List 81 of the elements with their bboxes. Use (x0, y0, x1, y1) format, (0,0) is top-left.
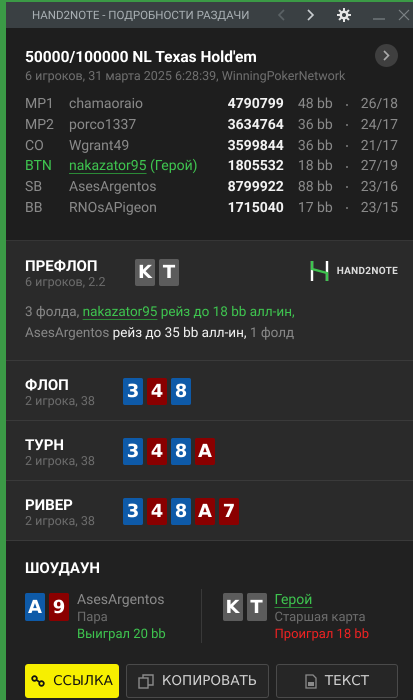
stack-amount: 1805532 (228, 158, 284, 174)
player-name: chamaoraio (69, 96, 144, 112)
logo-text: HAND2NOTE (336, 266, 398, 277)
text-button[interactable]: ТЕКСТ (276, 664, 398, 698)
settings-icon[interactable] (337, 8, 351, 22)
next-hand-button[interactable] (375, 44, 398, 67)
result-text: Проиграл 18 bb (274, 626, 369, 644)
player-name: Wgrant49 (69, 138, 130, 154)
stack-amount: 1715040 (228, 200, 284, 216)
section-title: ШОУДАУН (25, 559, 102, 578)
stack-amount: 8799922 (228, 179, 284, 196)
street-info: 2 игрока, 38 (25, 394, 96, 410)
street-title: ПРЕФЛОП (25, 257, 98, 276)
seat-position: BTN (25, 156, 69, 177)
playing-card: 4 (147, 438, 167, 466)
playing-card: 3 (123, 438, 143, 466)
stack-amount: 4790799 (228, 96, 284, 112)
copy-icon (138, 674, 154, 689)
seat-position: BB (25, 198, 44, 218)
playing-card: 8 (171, 438, 191, 466)
stack-bb: 18 bb (298, 158, 333, 174)
street-info: 6 игроков, 2.2 (25, 275, 107, 290)
seat-position: MP1 (25, 95, 55, 114)
stack-bb: 88 bb (298, 179, 333, 196)
player-link[interactable]: Герой (274, 592, 312, 608)
playing-card: 3 (123, 378, 143, 406)
player-stats: 21/17 (360, 138, 398, 154)
result-text: Выиграл 20 bb (77, 626, 166, 644)
seat-position: CO (25, 135, 69, 156)
link-icon (31, 675, 46, 688)
player-stats: 26/18 (360, 96, 398, 112)
playing-card: 8 (171, 378, 191, 406)
player-name: RNOsAPigeon (69, 200, 157, 216)
stack-bb: 36 bb (298, 117, 333, 134)
street-info: 2 игрока, 38 (25, 454, 96, 470)
playing-card: 3 (123, 498, 143, 526)
stack-amount: 3634764 (228, 117, 284, 134)
stack-bb: 17 bb (298, 200, 333, 216)
playing-card: A (25, 593, 45, 622)
hand-rank: Пара (77, 609, 109, 626)
copy-button[interactable]: КОПИРОВАТЬ (126, 664, 269, 698)
playing-card: A (195, 498, 215, 526)
stack-amount: 3599844 (228, 138, 284, 154)
street-title: РИВЕР (25, 496, 74, 514)
player-name: porco1337 (69, 117, 136, 134)
hand-rank: Старшая карта (274, 609, 367, 626)
hero-tag: (Герой) (150, 158, 198, 174)
document-icon (304, 674, 317, 689)
close-icon[interactable] (398, 9, 410, 21)
player-stats: 23/16 (360, 179, 398, 196)
hand-title: 50000/100000 NL Texas Hold'em (25, 48, 258, 66)
player-name: AsesArgentos (69, 179, 156, 196)
player-link[interactable]: nakazator95 (69, 158, 147, 174)
link-button[interactable]: ССЫЛКА (25, 664, 119, 698)
playing-card: 9 (49, 593, 69, 622)
playing-card: K (222, 593, 242, 622)
stack-bb: 36 bb (298, 138, 333, 154)
action-text: 3 фолда, nakazator95 рейз до 18 bb алл-ин, AsesArgentos рейз до 35 bb алл-ин, 1 фолд (25, 303, 296, 344)
player-stats: 23/15 (360, 200, 398, 216)
street-title: ТУРН (25, 436, 66, 454)
playing-card: A (195, 438, 215, 466)
playing-card: K (135, 259, 155, 286)
playing-card: 8 (171, 498, 191, 526)
playing-card: 4 (147, 378, 167, 406)
player-stats: 24/17 (360, 117, 398, 134)
logo-icon (310, 261, 329, 282)
playing-card: T (159, 259, 179, 286)
hand-info: 6 игроков, 31 марта 2025 6:28:39, WinningPokerNetwork (25, 69, 346, 84)
playing-card: 7 (219, 498, 239, 526)
seat-position: SB (25, 176, 69, 198)
stack-bb: 48 bb (298, 96, 333, 112)
playing-card: T (246, 593, 266, 622)
player-link[interactable]: nakazator95 (82, 304, 158, 320)
playing-card: 4 (147, 498, 167, 526)
player-stats: 27/19 (360, 158, 398, 174)
street-title: ФЛОП (25, 376, 70, 394)
window-title: HAND2NOTE - ПОДРОБНОСТИ РАЗДАЧИ (32, 8, 250, 22)
street-info: 2 игрока, 38 (25, 514, 96, 530)
player-name: AsesArgentos (77, 592, 164, 608)
seat-position: MP2 (25, 116, 55, 136)
chevron-right-icon (383, 50, 390, 61)
